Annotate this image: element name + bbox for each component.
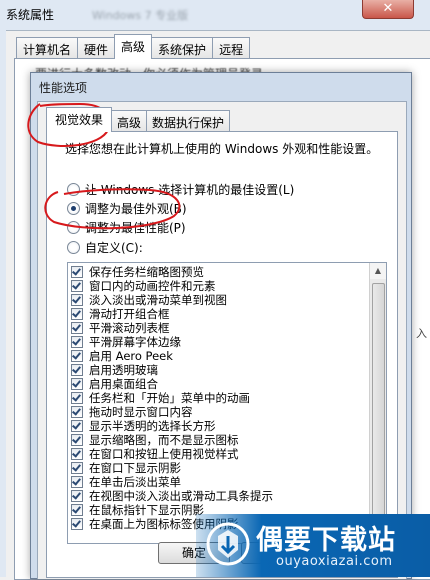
list-item[interactable]: 显示缩略图，而不是显示图标 <box>71 433 367 447</box>
checkbox-checked[interactable] <box>71 378 83 390</box>
checkbox-checked[interactable] <box>71 266 83 278</box>
watermark-logo-icon <box>206 522 250 566</box>
dialog-content: 视觉效果 高级 数据执行保护 选择您想在此计算机上使用的 Windows 外观和… <box>37 101 407 579</box>
visual-effects-description: 选择您想在此计算机上使用的 Windows 外观和性能设置。 <box>65 142 379 156</box>
radio-label: 让 Windows 选择计算机的最佳设置(L) <box>85 182 295 197</box>
checkbox-checked[interactable] <box>71 420 83 432</box>
list-item[interactable]: 淡入淡出或滑动菜单到视图 <box>71 293 367 307</box>
radio-button[interactable] <box>67 220 80 234</box>
tab-advanced[interactable]: 高级 <box>114 34 153 59</box>
close-icon: ✕ <box>382 1 394 16</box>
watermark-site-url: ouyaoxiazai.com <box>276 554 393 569</box>
dialog-title: 性能选项 <box>39 81 88 95</box>
checkbox-checked[interactable] <box>71 294 83 306</box>
watermark-site-name: 偶要下载站 <box>256 525 396 556</box>
list-item[interactable]: 保存任务栏缩略图预览 <box>71 265 367 279</box>
visual-effects-options: 保存任务栏缩略图预览 窗口内的动画控件和元素 淡入淡出或滑动菜单到视图 滑动打开组合框… <box>71 265 367 531</box>
scrollbar-thumb[interactable] <box>372 283 385 535</box>
checkbox-checked[interactable] <box>71 280 83 292</box>
tab-system-protection[interactable]: 系统保护 <box>151 37 214 59</box>
checkbox-checked[interactable] <box>71 336 83 348</box>
radio-best-performance[interactable]: 调整为最佳性能(P) <box>67 218 186 236</box>
radio-label: 调整为最佳性能(P) <box>85 220 186 235</box>
blurred-edition-text: Windows 7 专业版 <box>92 9 189 22</box>
list-item[interactable]: 启用桌面组合 <box>71 377 367 391</box>
list-item[interactable]: 启用 Aero Peek <box>71 349 367 363</box>
list-item[interactable]: 拖动时显示窗口内容 <box>71 405 367 419</box>
list-item[interactable]: 在窗口和按钮上使用视觉样式 <box>71 447 367 461</box>
list-item[interactable]: 显示半透明的选择长方形 <box>71 419 367 433</box>
radio-button[interactable] <box>67 182 80 196</box>
checkbox-checked[interactable] <box>71 504 83 516</box>
tab-visual-effects[interactable]: 视觉效果 <box>46 107 113 132</box>
radio-let-windows-choose[interactable]: 让 Windows 选择计算机的最佳设置(L) <box>67 180 294 198</box>
radio-label: 自定义(C): <box>85 240 143 255</box>
visual-effects-list[interactable]: 保存任务栏缩略图预览 窗口内的动画控件和元素 淡入淡出或滑动菜单到视图 滑动打开组合框… <box>67 262 387 544</box>
close-button[interactable]: ✕ <box>362 0 414 19</box>
radio-custom[interactable]: 自定义(C): <box>67 238 143 256</box>
tab-hardware[interactable]: 硬件 <box>77 37 116 59</box>
tab-data-execution-prevention[interactable]: 数据执行保护 <box>146 110 231 132</box>
list-item[interactable]: 窗口内的动画控件和元素 <box>71 279 367 293</box>
checkbox-checked[interactable] <box>71 406 83 418</box>
radio-button-checked[interactable] <box>67 201 80 215</box>
tab-advanced-performance[interactable]: 高级 <box>111 110 148 132</box>
checkbox-checked[interactable] <box>71 490 83 502</box>
checkbox-checked[interactable] <box>71 322 83 334</box>
checkbox-checked[interactable] <box>71 448 83 460</box>
dialog-tabs: 视觉效果 高级 数据执行保护 <box>46 107 231 132</box>
scroll-up-arrow-icon[interactable]: ▲ <box>370 263 386 279</box>
checkbox-checked[interactable] <box>71 364 83 376</box>
watermark-banner: 偶要下载站 ouyaoxiazai.com <box>196 514 430 577</box>
list-item[interactable]: 在单击后淡出菜单 <box>71 475 367 489</box>
checkbox-checked[interactable] <box>71 434 83 446</box>
tab-computer-name[interactable]: 计算机名 <box>16 37 79 59</box>
tab-remote[interactable]: 远程 <box>212 37 251 59</box>
list-item[interactable]: 平滑屏幕字体边缘 <box>71 335 367 349</box>
list-item[interactable]: 任务栏和「开始」菜单中的动画 <box>71 391 367 405</box>
radio-button[interactable] <box>67 240 80 254</box>
checkbox-checked[interactable] <box>71 518 83 530</box>
checkbox-checked[interactable] <box>71 476 83 488</box>
list-item[interactable]: 在视图中淡入淡出或滑动工具条提示 <box>71 489 367 503</box>
list-item[interactable]: 启用透明玻璃 <box>71 363 367 377</box>
visual-effects-panel: 选择您想在此计算机上使用的 Windows 外观和性能设置。 让 Windows… <box>46 131 398 578</box>
checkbox-checked[interactable] <box>71 462 83 474</box>
list-scrollbar[interactable]: ▲ ▼ <box>369 263 386 543</box>
radio-label: 调整为最佳外观(B) <box>85 201 187 216</box>
list-item[interactable]: 平滑滚动列表框 <box>71 321 367 335</box>
checkbox-checked[interactable] <box>71 308 83 320</box>
list-item[interactable]: 滑动打开组合框 <box>71 307 367 321</box>
checkbox-checked[interactable] <box>71 350 83 362</box>
radio-best-appearance[interactable]: 调整为最佳外观(B) <box>67 199 187 217</box>
system-properties-tabs: 计算机名 硬件 高级 系统保护 远程 <box>16 34 251 59</box>
system-properties-title: 系统属性 <box>6 8 55 22</box>
performance-options-dialog: 性能选项 视觉效果 高级 数据执行保护 选择您想在此计算机上使用的 Window… <box>30 72 412 579</box>
list-item[interactable]: 在窗口下显示阴影 <box>71 461 367 475</box>
checkbox-checked[interactable] <box>71 392 83 404</box>
partial-side-text: 入 <box>416 327 427 340</box>
system-properties-titlebar: 系统属性 Windows 7 专业版 ✕ <box>0 0 430 30</box>
